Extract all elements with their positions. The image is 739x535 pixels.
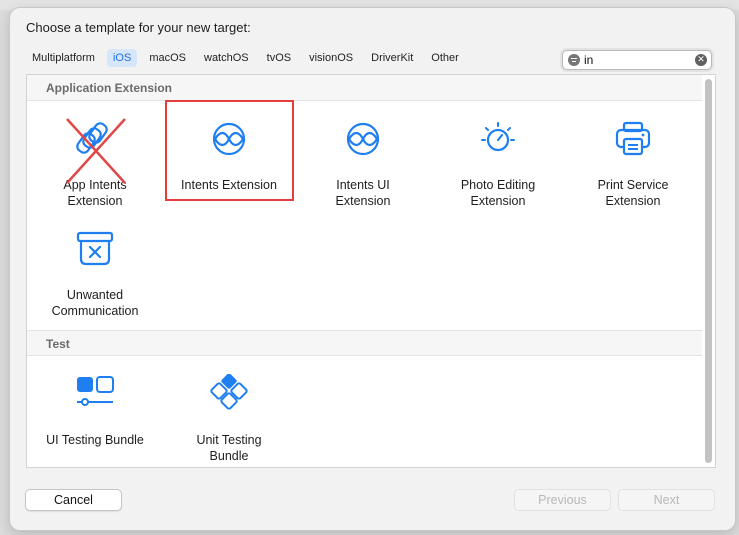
cancel-button[interactable]: Cancel bbox=[25, 489, 122, 511]
ui-testing-icon bbox=[77, 376, 114, 406]
section-header-test: Test bbox=[27, 330, 702, 356]
photo-editing-icon bbox=[481, 122, 515, 152]
cross-out-mark bbox=[66, 118, 126, 184]
unit-testing-icon bbox=[210, 374, 248, 410]
previous-button[interactable]: Previous bbox=[514, 489, 611, 511]
tab-watchos[interactable]: watchOS bbox=[198, 49, 255, 67]
template-print-service-extension[interactable]: Print Service Extension bbox=[565, 119, 701, 208]
sheet-title: Choose a template for your new target: bbox=[26, 20, 251, 35]
template-unwanted-communication[interactable]: Unwanted Communication bbox=[27, 229, 163, 319]
template-label: Print Service Extension bbox=[597, 178, 669, 208]
platform-tab-bar: Multiplatform iOS macOS watchOS tvOS vis… bbox=[26, 47, 471, 69]
template-label: Unwanted Communication bbox=[51, 288, 139, 318]
vertical-scrollbar[interactable] bbox=[705, 79, 712, 463]
tab-multiplatform[interactable]: Multiplatform bbox=[26, 49, 101, 67]
filter-icon[interactable] bbox=[568, 54, 580, 66]
template-intents-ui-extension[interactable]: Intents UI Extension bbox=[295, 119, 431, 208]
intents-ui-icon bbox=[346, 122, 380, 156]
tab-other[interactable]: Other bbox=[425, 49, 465, 67]
unwanted-communication-icon bbox=[76, 231, 114, 266]
tab-visionos[interactable]: visionOS bbox=[303, 49, 359, 67]
template-label: Photo Editing Extension bbox=[460, 178, 536, 208]
template-unit-testing-bundle[interactable]: Unit Testing Bundle bbox=[161, 374, 297, 463]
section-header-application-extension: Application Extension bbox=[27, 75, 702, 101]
template-list-panel: Application Extension App Intents Extens… bbox=[26, 74, 716, 468]
printer-icon bbox=[615, 121, 651, 156]
selection-highlight-box bbox=[165, 100, 294, 201]
template-label: Intents UI Extension bbox=[335, 178, 391, 208]
tab-macos[interactable]: macOS bbox=[143, 49, 192, 67]
tab-ios[interactable]: iOS bbox=[106, 49, 138, 67]
search-input-value[interactable]: in bbox=[584, 53, 593, 67]
tab-tvos[interactable]: tvOS bbox=[261, 49, 297, 67]
template-search-field[interactable]: in ✕ bbox=[562, 50, 712, 70]
template-photo-editing-extension[interactable]: Photo Editing Extension bbox=[430, 119, 566, 208]
clear-icon[interactable]: ✕ bbox=[695, 54, 707, 66]
template-ui-testing-bundle[interactable]: UI Testing Bundle bbox=[27, 374, 163, 454]
template-label: UI Testing Bundle bbox=[46, 433, 144, 447]
template-label: Unit Testing Bundle bbox=[196, 433, 262, 463]
tab-driverkit[interactable]: DriverKit bbox=[365, 49, 419, 67]
next-button[interactable]: Next bbox=[618, 489, 715, 511]
